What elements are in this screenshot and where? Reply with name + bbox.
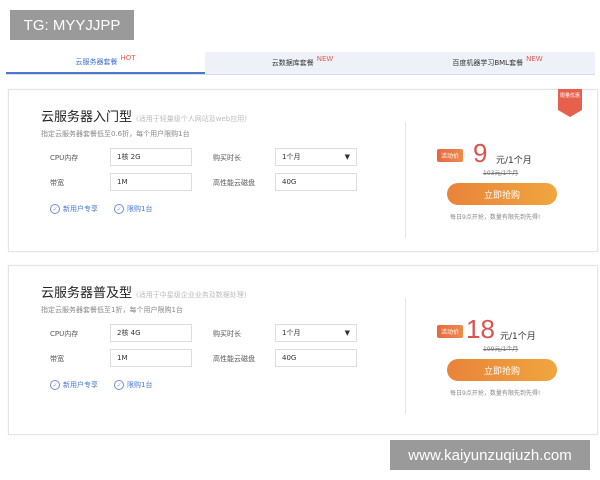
- watermark-bottom: www.kaiyunzuqiuzh.com: [390, 440, 590, 470]
- dropdown-arrow-icon: ▼: [344, 153, 350, 161]
- buy-now-button[interactable]: 立即抢购: [447, 183, 557, 205]
- disk-field[interactable]: 40G: [275, 173, 357, 191]
- bandwidth-field[interactable]: 1M: [110, 349, 192, 367]
- title-text: 云服务器入门型: [41, 110, 133, 125]
- duration-label: 购买时长: [213, 330, 241, 338]
- cpu-label: CPU内存: [50, 154, 79, 162]
- card-subtitle: (适用于轻量级个人网站及web应用): [136, 115, 247, 123]
- check-circle-icon: ✓: [50, 380, 60, 390]
- new-user-badge: ✓ 新用户专享: [50, 204, 98, 214]
- card-title: 云服务器入门型 (适用于轻量级个人网站及web应用): [41, 106, 247, 125]
- card-subtitle: (适用于中星级企业业务及数据处理): [136, 291, 247, 299]
- duration-value: 1个月: [282, 153, 301, 161]
- disk-label: 高性能云磁盘: [213, 179, 255, 187]
- duration-select[interactable]: 1个月 ▼: [275, 148, 357, 166]
- hot-badge: HOT: [120, 54, 136, 62]
- badge-text: 新用户专享: [63, 205, 98, 213]
- bandwidth-label: 带宽: [50, 355, 64, 363]
- disk-field[interactable]: 40G: [275, 349, 357, 367]
- badge-text: 新用户专享: [63, 381, 98, 389]
- cpu-field[interactable]: 1核 2G: [110, 148, 192, 166]
- new-user-badge: ✓ 新用户专享: [50, 380, 98, 390]
- cpu-label: CPU内存: [50, 330, 79, 338]
- card-description: 指定云服务器套餐低至0.6折，每个用户限购1台: [41, 130, 190, 138]
- check-circle-icon: ✓: [114, 204, 124, 214]
- duration-select[interactable]: 1个月 ▼: [275, 324, 357, 342]
- tab-bar: 云服务器套餐 HOT 云数据库套餐 NEW 百度机器学习BML套餐 NEW: [6, 52, 595, 75]
- promo-price-tag: 活动价: [437, 325, 464, 338]
- cpu-field[interactable]: 2核 4G: [110, 324, 192, 342]
- promo-price-tag: 活动价: [437, 149, 464, 162]
- purchase-note: 每日9点开抢，数量有限先到先得!: [450, 214, 541, 221]
- divider: [405, 298, 406, 414]
- disk-label: 高性能云磁盘: [213, 355, 255, 363]
- promo-price: 9: [473, 138, 488, 168]
- divider: [405, 122, 406, 238]
- card-title: 云服务器普及型 (适用于中星级企业业务及数据处理): [41, 282, 246, 301]
- purchase-note: 每日9点开抢，数量有限先到先得!: [450, 390, 541, 397]
- tab-cloud-database[interactable]: 云数据库套餐 NEW: [205, 52, 400, 74]
- tab-label: 百度机器学习BML套餐: [452, 59, 524, 67]
- tab-label: 云服务器套餐: [75, 58, 118, 66]
- price-unit: 元/1个月: [496, 156, 532, 166]
- original-price: 103元/1个月: [483, 170, 519, 177]
- buy-now-button[interactable]: 立即抢购: [447, 359, 557, 381]
- new-badge: NEW: [316, 55, 334, 63]
- check-circle-icon: ✓: [50, 204, 60, 214]
- tab-bml[interactable]: 百度机器学习BML套餐 NEW: [400, 52, 595, 74]
- limit-badge: ✓ 限购1台: [114, 204, 152, 214]
- promo-price: 18: [466, 314, 495, 344]
- duration-value: 1个月: [282, 329, 301, 337]
- card-description: 指定云服务器套餐低至1折，每个用户限购1台: [41, 306, 183, 314]
- price-unit: 元/1个月: [500, 332, 536, 342]
- duration-label: 购买时长: [213, 154, 241, 162]
- dropdown-arrow-icon: ▼: [344, 329, 350, 337]
- bandwidth-label: 带宽: [50, 179, 64, 187]
- badge-text: 限购1台: [127, 205, 153, 213]
- bandwidth-field[interactable]: 1M: [110, 173, 192, 191]
- tab-cloud-server[interactable]: 云服务器套餐 HOT: [6, 52, 205, 74]
- new-badge: NEW: [526, 55, 543, 63]
- limit-badge: ✓ 限购1台: [114, 380, 152, 390]
- title-text: 云服务器普及型: [41, 286, 133, 301]
- check-circle-icon: ✓: [114, 380, 124, 390]
- tab-label: 云数据库套餐: [271, 59, 314, 67]
- badge-text: 限购1台: [127, 381, 153, 389]
- original-price: 199元/1个月: [483, 346, 519, 353]
- watermark-top: TG: MYYJJPP: [10, 10, 134, 40]
